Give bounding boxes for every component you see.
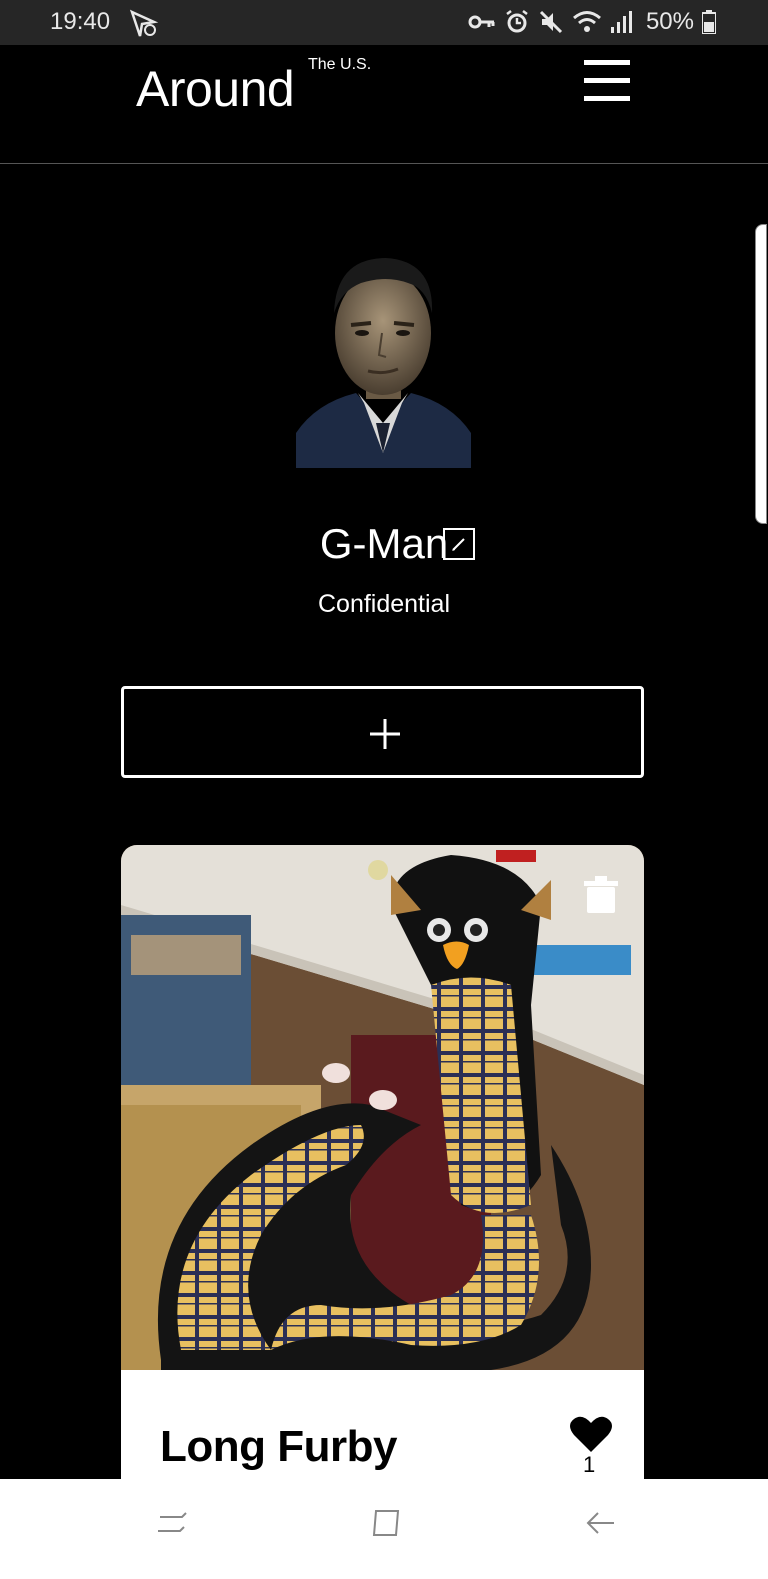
status-icons: 50% <box>468 6 716 38</box>
home-icon[interactable] <box>370 1507 402 1539</box>
system-nav-bar <box>0 1479 768 1579</box>
profile-bio: Confidential <box>317 590 451 618</box>
app-header: Around The U.S. <box>0 45 768 164</box>
delete-icon[interactable] <box>583 882 615 922</box>
avatar <box>296 258 471 468</box>
scrollbar[interactable] <box>755 224 767 524</box>
card-footer: Long Furby 1 <box>121 1370 644 1485</box>
card-photo <box>121 845 644 1370</box>
profile-name: G-Man <box>319 520 449 567</box>
place-card: Long Furby 1 <box>121 845 644 1485</box>
brand-subtitle: The U.S. <box>308 56 372 73</box>
brand-logo[interactable]: Around <box>136 60 295 118</box>
battery-icon <box>702 10 716 34</box>
pencil-icon <box>452 538 465 551</box>
card-title: Long Furby <box>160 1422 397 1471</box>
like-count: 1 <box>583 1452 596 1477</box>
status-time: 19:40 <box>50 8 111 35</box>
add-place-button[interactable] <box>121 686 644 778</box>
hamburger-menu-icon[interactable] <box>584 60 630 102</box>
heart-icon[interactable] <box>570 1415 612 1453</box>
edit-icon[interactable] <box>443 528 475 560</box>
signal-icon <box>610 11 632 33</box>
mute-icon <box>539 10 563 34</box>
navigation-icon <box>129 9 159 37</box>
battery-percent: 50% <box>645 8 694 35</box>
card-image[interactable] <box>121 845 644 1370</box>
back-icon[interactable] <box>584 1507 616 1539</box>
profile-name-row: G-Man <box>0 520 768 568</box>
plus-icon <box>370 719 400 749</box>
recents-icon[interactable] <box>156 1507 188 1539</box>
status-bar: 19:40 50% <box>0 0 768 45</box>
vpn-key-icon <box>468 15 495 29</box>
alarm-icon <box>506 10 528 33</box>
wifi-icon <box>572 11 601 32</box>
